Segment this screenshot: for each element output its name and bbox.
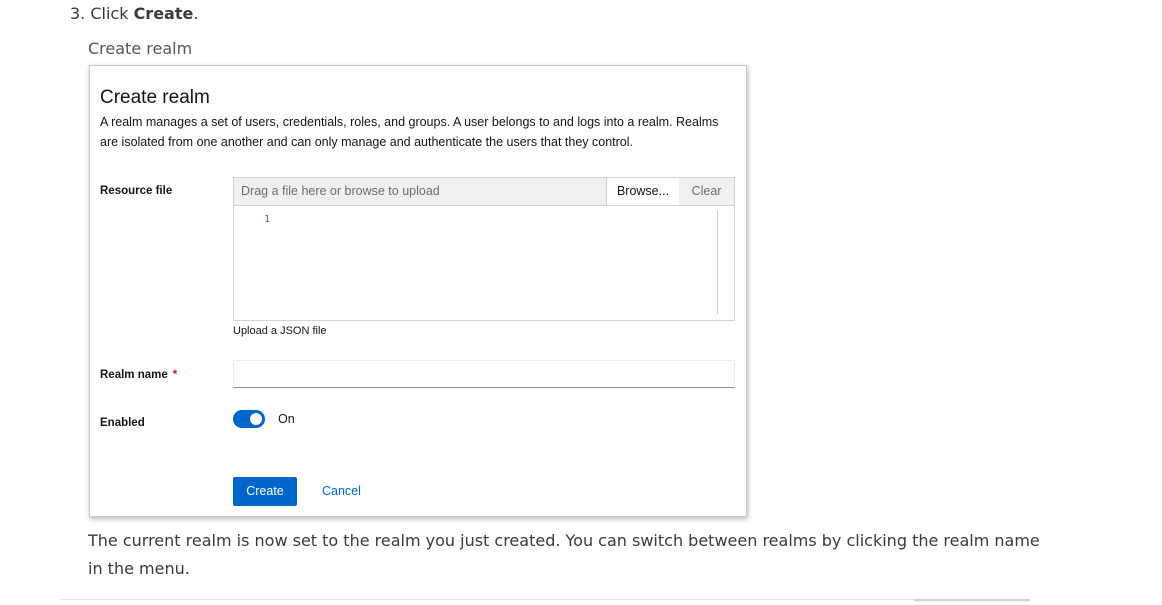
upload-bar: Drag a file here or browse to upload Bro…	[234, 178, 734, 206]
realm-name-label: Realm name *	[100, 369, 177, 381]
divider-accent	[914, 599, 1030, 601]
cancel-button[interactable]: Cancel	[322, 477, 361, 506]
realm-name-input[interactable]	[233, 360, 735, 388]
step-suffix: .	[193, 4, 199, 23]
section-divider	[60, 599, 1030, 600]
editor-line-number: 1	[264, 214, 271, 225]
step-action: Create	[133, 4, 194, 23]
enabled-state-text: On	[278, 412, 295, 426]
step-prefix: 3. Click	[70, 4, 134, 23]
modal-description: A realm manages a set of users, credenti…	[100, 115, 719, 149]
upload-placeholder[interactable]: Drag a file here or browse to upload	[241, 184, 440, 198]
file-upload-area[interactable]: Drag a file here or browse to upload Bro…	[233, 177, 735, 321]
editor-scrollbar[interactable]	[717, 210, 732, 314]
clear-button[interactable]: Clear	[679, 178, 734, 205]
figure-caption: Create realm	[88, 39, 193, 58]
create-realm-screenshot: Create realm A realm manages a set of us…	[89, 65, 747, 517]
realm-name-label-text: Realm name	[100, 369, 168, 381]
upload-helper-text: Upload a JSON file	[233, 325, 327, 337]
modal-title: Create realm	[100, 87, 210, 108]
step-instruction: 3. Click Create.	[70, 4, 198, 24]
body-paragraph: The current realm is now set to the real…	[88, 531, 1040, 578]
enabled-label: Enabled	[100, 417, 145, 429]
resource-file-label: Resource file	[100, 185, 173, 197]
required-marker: *	[172, 369, 178, 381]
toggle-knob	[250, 413, 262, 425]
create-button[interactable]: Create	[233, 477, 297, 506]
browse-button[interactable]: Browse...	[606, 178, 679, 205]
enabled-toggle[interactable]	[233, 410, 265, 428]
